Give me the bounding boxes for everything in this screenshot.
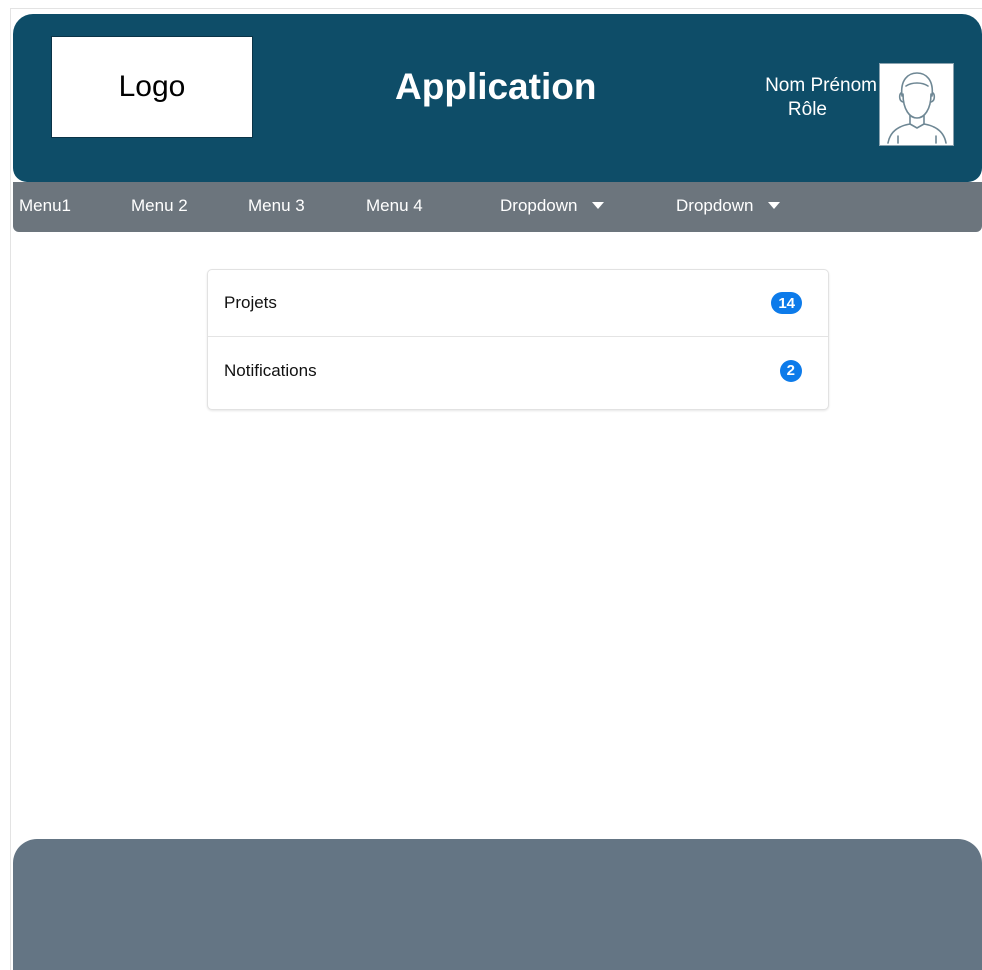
user-avatar-icon bbox=[886, 71, 947, 144]
app-header: Logo Application Nom Prénom Rôle bbox=[13, 14, 982, 182]
nav-menu-2[interactable]: Menu 2 bbox=[131, 196, 188, 216]
list-item-notifications[interactable]: Notifications 2 bbox=[208, 337, 828, 404]
nav-dropdown-2[interactable]: Dropdown bbox=[676, 196, 781, 216]
nav-menu-3-label: Menu 3 bbox=[248, 196, 305, 215]
nav-menu-4[interactable]: Menu 4 bbox=[366, 196, 423, 216]
nav-menu-1[interactable]: Menu1 bbox=[19, 196, 71, 216]
nav-dropdown-1-label: Dropdown bbox=[500, 196, 578, 215]
nav-menu-4-label: Menu 4 bbox=[366, 196, 423, 215]
app-title: Application bbox=[395, 66, 597, 107]
main-nav: Menu1 Menu 2 Menu 3 Menu 4 Dropdown Drop… bbox=[13, 182, 982, 232]
caret-down-icon bbox=[768, 202, 781, 210]
summary-list: Projets 14 Notifications 2 bbox=[207, 269, 829, 410]
caret-down-icon bbox=[592, 202, 605, 210]
nav-dropdown-2-label: Dropdown bbox=[676, 196, 754, 215]
list-item-label: Notifications bbox=[224, 360, 317, 380]
count-badge: 2 bbox=[779, 359, 802, 382]
app-footer bbox=[13, 839, 982, 970]
avatar[interactable] bbox=[879, 63, 954, 146]
user-name: Nom Prénom bbox=[765, 75, 877, 96]
user-info[interactable]: Nom Prénom Rôle bbox=[713, 74, 877, 122]
list-item-label: Projets bbox=[224, 293, 277, 312]
logo-text: Logo bbox=[118, 70, 186, 103]
nav-menu-1-label: Menu1 bbox=[19, 196, 71, 215]
nav-dropdown-1[interactable]: Dropdown bbox=[500, 196, 605, 216]
nav-menu-3[interactable]: Menu 3 bbox=[248, 196, 305, 216]
list-item-projets[interactable]: Projets 14 bbox=[208, 270, 828, 337]
logo[interactable]: Logo bbox=[51, 36, 253, 138]
nav-menu-2-label: Menu 2 bbox=[131, 196, 188, 215]
count-badge: 14 bbox=[771, 292, 802, 314]
user-role: Rôle bbox=[787, 99, 827, 120]
